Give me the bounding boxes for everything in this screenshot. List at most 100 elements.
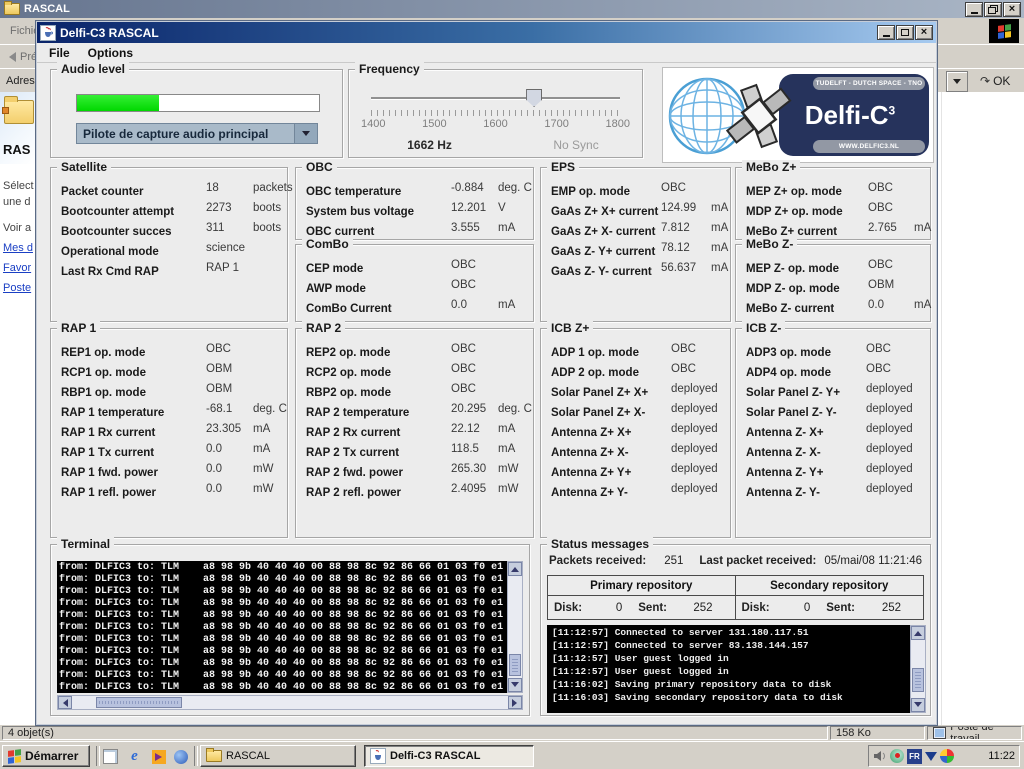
show-desktop-icon[interactable] — [102, 748, 119, 765]
audio-device-select[interactable]: Pilote de capture audio principal — [76, 123, 318, 144]
triangle-up-icon — [914, 627, 922, 636]
telemetry-unit: mW — [498, 483, 518, 495]
windows-flag-icon — [8, 749, 21, 764]
telemetry-value: deployed — [866, 463, 913, 475]
start-button[interactable]: Démarrer — [2, 745, 90, 767]
delfi-rascal-window: Delfi-C3 RASCAL × File Options Audio lev… — [35, 20, 938, 726]
telemetry-label: RAP 1 refl. power — [61, 487, 156, 499]
frequency-slider[interactable] — [371, 88, 620, 106]
pinwheel-tray-icon[interactable] — [940, 749, 954, 763]
scroll-down-button[interactable] — [508, 678, 522, 692]
telemetry-unit: deg. C — [253, 403, 287, 415]
close-button[interactable]: × — [1003, 2, 1021, 17]
telemetry-row: Solar Panel Z+ X+deployed — [551, 383, 726, 403]
telemetry-value: -68.1 — [206, 403, 232, 415]
taskbar: Démarrer e RASCAL Delfi-C3 RASCAL FR 11:… — [0, 741, 1024, 769]
terminal-line: from: DLFIC3 to: TLM a8 98 9b 40 40 40 0… — [59, 622, 505, 634]
app-titlebar[interactable]: Delfi-C3 RASCAL × — [37, 22, 936, 43]
telemetry-row: GaAs Z- Y+ current 78.12 mA — [551, 242, 726, 262]
telemetry-value: OBM — [206, 383, 232, 395]
menu-file[interactable]: File — [49, 46, 70, 60]
slider-track[interactable] — [371, 97, 620, 99]
telemetry-label: System bus voltage — [306, 206, 414, 218]
link-mes-documents[interactable]: Mes d — [3, 242, 36, 254]
telemetry-value: 78.12 — [661, 242, 690, 254]
go-button[interactable]: ↷ OK — [980, 71, 1010, 90]
packets-received-label: Packets received: — [549, 555, 646, 567]
telemetry-unit: boots — [253, 202, 281, 214]
telemetry-row: MDP Z- op. modeOBM — [746, 279, 926, 299]
telemetry-label: Solar Panel Z+ X+ — [551, 387, 648, 399]
vscroll-thumb[interactable] — [509, 654, 521, 676]
app-close-button[interactable]: × — [915, 25, 933, 40]
network-globe-icon[interactable] — [890, 749, 904, 763]
display-tray-icon[interactable] — [925, 752, 937, 767]
explorer-titlebar[interactable]: RASCAL × — [0, 0, 1024, 18]
telemetry-row: ADP 2 op. modeOBC — [551, 363, 726, 383]
status-log-output[interactable]: [11:12:57] Connected to server 131.180.1… — [547, 625, 910, 713]
telemetry-row: MEP Z- op. modeOBC — [746, 259, 926, 279]
language-indicator[interactable]: FR — [907, 749, 922, 764]
menu-options[interactable]: Options — [88, 46, 133, 60]
terminal-line: from: DLFIC3 to: TLM a8 98 9b 40 40 40 0… — [59, 670, 505, 682]
realplayer-icon[interactable] — [172, 748, 189, 765]
terminal-hscrollbar[interactable] — [57, 695, 523, 710]
triangle-down-icon — [511, 682, 519, 691]
app-maximize-button[interactable] — [896, 25, 914, 40]
go-arrow-icon: ↷ — [980, 74, 990, 88]
task-button-delfi[interactable]: Delfi-C3 RASCAL — [364, 745, 534, 767]
hscroll-thumb[interactable] — [96, 697, 182, 708]
link-favoris[interactable]: Favor — [3, 262, 36, 274]
terminal-vscrollbar[interactable] — [507, 561, 523, 693]
vscroll-thumb[interactable] — [912, 668, 924, 692]
telemetry-value: 7.812 — [661, 222, 690, 234]
panel-title: ICB Z- — [742, 321, 785, 335]
scroll-left-button[interactable] — [58, 696, 72, 709]
address-dropdown-button[interactable] — [946, 71, 968, 92]
panel-title: ICB Z+ — [547, 321, 593, 335]
telemetry-value: 12.201 — [451, 202, 486, 214]
telemetry-label: RBP1 op. mode — [61, 387, 146, 399]
audio-level-panel: Audio level Pilote de capture audio prin… — [50, 69, 343, 158]
telemetry-unit: mA — [711, 242, 728, 254]
terminal-line: from: DLFIC3 to: TLM a8 98 9b 40 40 40 0… — [59, 658, 505, 670]
speaker-icon[interactable] — [873, 749, 887, 763]
telemetry-label: AWP mode — [306, 283, 366, 295]
restore-button[interactable] — [984, 2, 1002, 17]
telemetry-label: Antenna Z+ Y- — [551, 487, 628, 499]
minimize-button[interactable] — [965, 2, 983, 17]
telemetry-unit: mA — [498, 423, 515, 435]
app-minimize-button[interactable] — [877, 25, 895, 40]
scroll-right-button[interactable] — [508, 696, 522, 709]
task-button-rascal[interactable]: RASCAL — [200, 745, 356, 767]
system-tray: FR 11:22 — [868, 745, 1020, 767]
telemetry-value: OBC — [868, 182, 893, 194]
scroll-up-button[interactable] — [911, 626, 925, 640]
telemetry-label: ADP3 op. mode — [746, 347, 831, 359]
combo-arrow-button[interactable] — [294, 124, 317, 143]
status-log-vscrollbar[interactable] — [910, 625, 926, 713]
scroll-up-button[interactable] — [508, 562, 522, 576]
telemetry-value: deployed — [671, 423, 718, 435]
taskbar-separator — [194, 746, 198, 766]
telemetry-value: 0.0 — [206, 483, 222, 495]
internet-explorer-icon[interactable]: e — [126, 748, 143, 765]
telemetry-row: ComBo Current0.0mA — [306, 299, 529, 319]
app-menubar: File Options — [37, 43, 936, 63]
explorer-statusbar: 4 objet(s) 158 Ko Poste de travail — [0, 725, 1024, 741]
telemetry-label: RAP 1 Tx current — [61, 447, 154, 459]
telemetry-label: CEP mode — [306, 263, 363, 275]
telemetry-label: Solar Panel Z- Y+ — [746, 387, 840, 399]
status-messages-panel: Status messages Packets received: 251 La… — [540, 544, 931, 716]
link-poste-travail[interactable]: Poste — [3, 282, 36, 294]
mebo-zminus-panel: MeBo Z-MEP Z- op. modeOBCMDP Z- op. mode… — [735, 244, 931, 322]
telemetry-row: System bus voltage12.201V — [306, 202, 529, 222]
terminal-output[interactable]: from: DLFIC3 to: TLM a8 98 9b 40 40 40 0… — [57, 561, 507, 693]
telemetry-label: GaAs Z- Y+ current — [551, 246, 655, 258]
secondary-repo-cell: Disk: 0 Sent: 252 — [736, 596, 924, 620]
media-player-icon[interactable] — [150, 748, 167, 765]
telemetry-value: OBC — [451, 343, 476, 355]
slider-thumb[interactable] — [526, 89, 542, 107]
telemetry-value: OBC — [868, 259, 893, 271]
scroll-down-button[interactable] — [911, 698, 925, 712]
